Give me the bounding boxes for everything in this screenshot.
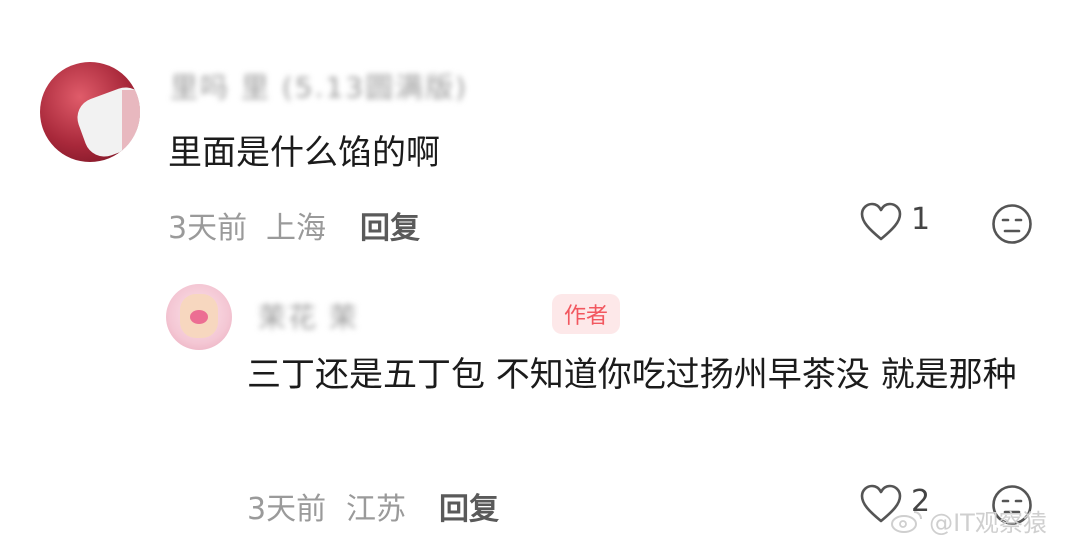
author-username[interactable]: 茉花 茉: [258, 296, 359, 336]
heart-icon[interactable]: [859, 202, 903, 242]
comment-location: 上海: [266, 211, 326, 246]
reply-button[interactable]: 回复: [360, 203, 420, 247]
reply-location: 江苏: [346, 492, 406, 527]
comment-time: 3天前: [168, 211, 248, 246]
watermark: @IT观察猿: [890, 503, 1047, 538]
watermark-text: @IT观察猿: [929, 509, 1047, 537]
commenter-username[interactable]: 里吗 里 (5.13圆满版): [170, 66, 468, 106]
meh-face-icon[interactable]: [991, 203, 1033, 245]
commenter-avatar[interactable]: [40, 62, 140, 162]
comment-text: 里面是什么馅的啊: [168, 133, 440, 173]
reply-time: 3天前: [247, 492, 327, 527]
reply-text: 三丁还是五丁包 不知道你吃过扬州早茶没 就是那种: [247, 355, 1017, 395]
comment-1: 里吗 里 (5.13圆满版) 里面是什么馅的啊 3天前 上海 回复 1: [0, 0, 1080, 270]
like-count: 1: [911, 202, 931, 237]
author-badge: 作者: [552, 294, 621, 334]
author-avatar[interactable]: [166, 284, 232, 350]
reply-button[interactable]: 回复: [439, 484, 499, 528]
weibo-logo-icon: [890, 508, 924, 534]
